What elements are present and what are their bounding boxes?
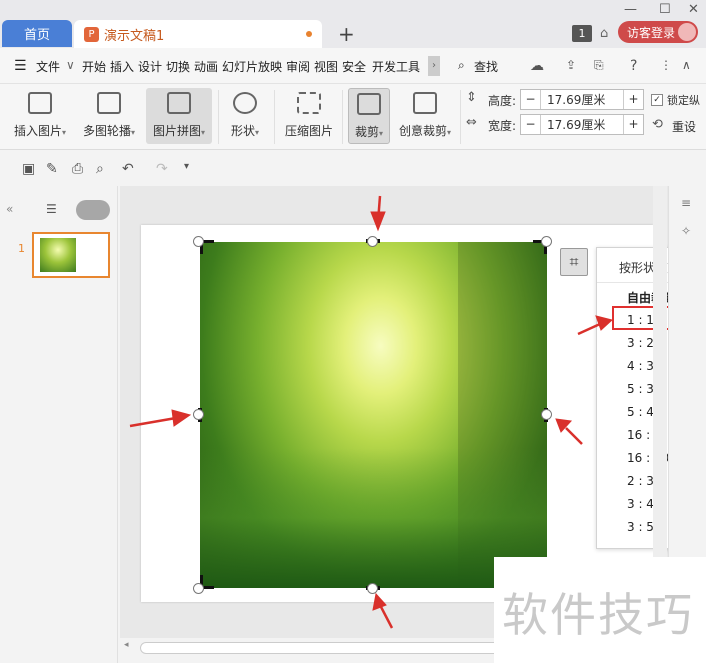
arrow-left <box>129 416 177 428</box>
watermark-text: 软件技巧 <box>502 588 694 642</box>
arrow-right <box>565 427 583 445</box>
watermark-box: 软件技巧 <box>494 557 706 663</box>
arrow-bottom-head <box>372 592 387 611</box>
arrow-left-head <box>171 409 192 427</box>
arrow-menu-head <box>595 315 614 331</box>
arrow-top-head <box>370 211 386 232</box>
arrow-menu <box>577 322 601 336</box>
arrow-bottom <box>378 604 394 629</box>
